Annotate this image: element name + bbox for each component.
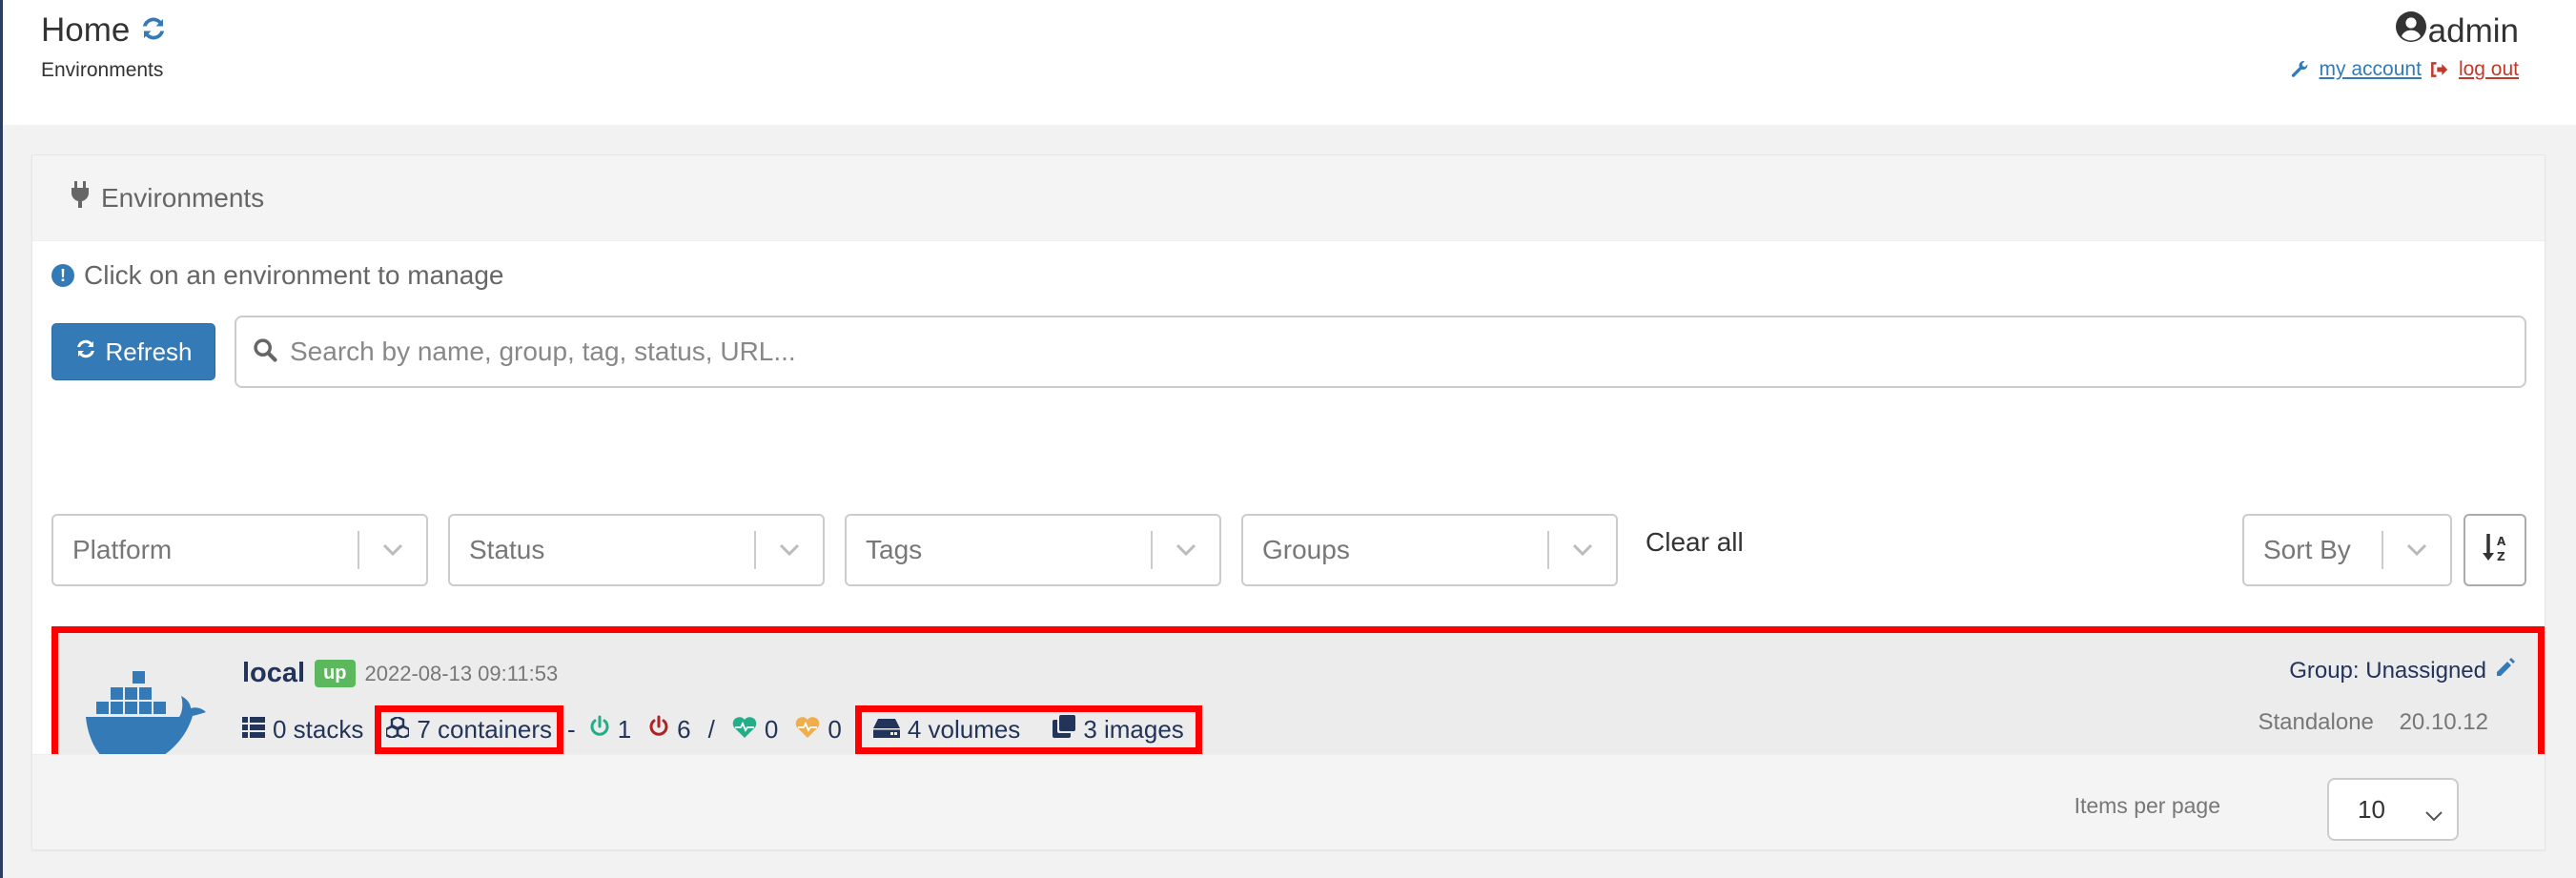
items-per-page-value: 10 [2358,794,2385,824]
power-on-icon [589,715,610,745]
separator-slash: / [707,715,715,744]
sort-by-label: Sort By [2263,535,2351,564]
status-badge: up [315,660,356,687]
containers-highlight: 7 containers [375,705,564,754]
groups-filter[interactable]: Groups [1241,514,1618,586]
groups-filter-label: Groups [1262,535,1350,564]
hdd-icon [872,715,900,745]
heartbeat-unhealthy-icon [795,715,820,745]
search-box[interactable] [235,316,2526,388]
environment-name[interactable]: local [242,658,305,689]
refresh-button[interactable]: Refresh [51,323,215,380]
search-input[interactable] [290,337,2525,367]
environments-panel: Environments ! Click on an environment t… [31,154,2545,850]
volumes-images-highlight: 4 volumes 3 images [854,705,1202,754]
items-per-page-label: Items per page [2074,793,2220,818]
environment-group: Group: Unassigned [2289,656,2517,685]
page-title: Home [41,11,168,50]
sort-by-select[interactable]: Sort By [2242,514,2452,586]
refresh-label: Refresh [105,337,193,366]
items-per-page-select[interactable]: 10 [2327,778,2459,841]
stopped-count: 6 [648,715,691,745]
docker-version: 20.10.12 [2399,709,2488,735]
th-list-icon [242,715,265,745]
log-out-link[interactable]: log out [2459,58,2519,81]
exclamation-circle-icon: ! [51,264,74,287]
status-filter-label: Status [469,535,545,564]
chevron-down-icon[interactable] [756,543,823,557]
platform-filter-label: Platform [72,535,173,564]
svg-text:Z: Z [2497,550,2505,563]
tags-filter[interactable]: Tags [845,514,1221,586]
containers-count: 7 containers [385,715,552,745]
user-circle-icon [2395,11,2426,51]
chevron-down-icon[interactable] [359,543,426,557]
cubes-icon [385,715,411,745]
plug-icon [71,181,90,214]
running-count: 1 [589,715,631,745]
chevron-down-icon[interactable] [2383,543,2450,557]
volumes-count: 4 volumes [872,715,1020,745]
info-text: Click on an environment to manage [84,260,504,290]
clear-all-button[interactable]: Clear all [1646,527,1744,558]
sort-alpha-down-icon: AZ [2481,532,2509,569]
pencil-icon[interactable] [2494,656,2517,685]
refresh-icon[interactable] [139,14,168,48]
heartbeat-healthy-icon [732,715,757,745]
sign-out-icon [2429,60,2448,79]
panel-title: Environments [101,182,265,213]
top-header: Home Environments admin my account log o… [3,0,2576,125]
separator-dash: - [567,715,576,744]
breadcrumb: Environments [41,59,164,81]
svg-text:A: A [2497,535,2506,548]
group-label: Group: Unassigned [2289,657,2486,684]
user-box: admin my account log out [2290,11,2519,81]
search-icon [252,337,278,368]
environment-type: Standalone 20.10.12 [2258,709,2488,736]
chevron-down-icon [2424,799,2443,828]
username: admin [2427,11,2519,50]
my-account-link[interactable]: my account [2320,58,2422,81]
unhealthy-count: 0 [795,715,842,745]
tags-filter-label: Tags [866,535,923,564]
clone-icon [1053,715,1076,745]
healthy-count: 0 [732,715,778,745]
power-off-icon [648,715,669,745]
info-message: ! Click on an environment to manage [51,260,503,291]
environment-timestamp: 2022-08-13 09:11:53 [364,661,559,685]
images-count: 3 images [1053,715,1184,745]
user-name: admin [2290,11,2519,51]
status-filter[interactable]: Status [448,514,825,586]
panel-header: Environments [32,155,2545,241]
wrench-icon [2290,60,2309,79]
page-title-text: Home [41,11,131,49]
environment-type-label: Standalone [2258,709,2374,735]
refresh-icon [74,337,97,367]
sidebar-edge [0,0,3,878]
sort-order-button[interactable]: AZ [2464,514,2526,586]
platform-filter[interactable]: Platform [51,514,428,586]
stacks-count: 0 stacks [242,715,363,745]
chevron-down-icon[interactable] [1153,543,1219,557]
panel-footer: Items per page 10 [32,754,2545,849]
chevron-down-icon[interactable] [1549,543,1616,557]
